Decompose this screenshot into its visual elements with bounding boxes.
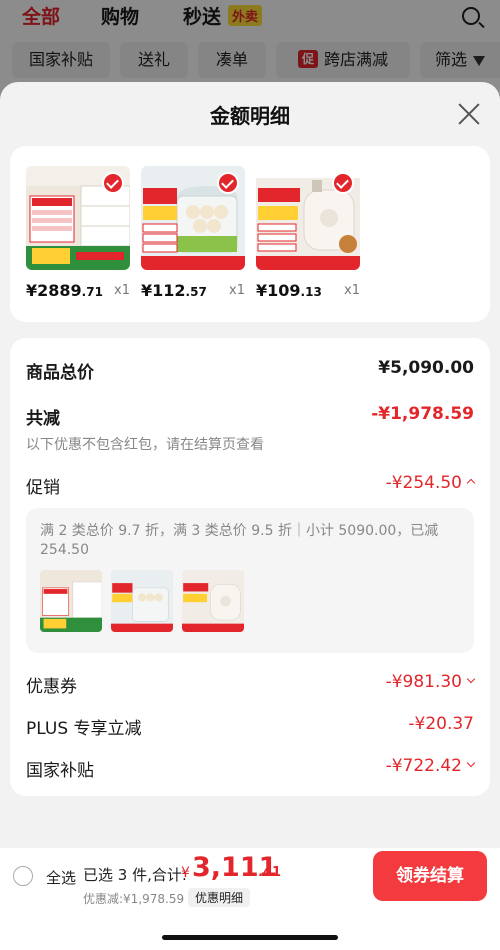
total-decimal: .41 bbox=[258, 865, 282, 880]
total-label: 商品总价 bbox=[26, 363, 94, 383]
product-item[interactable]: ¥109.13 x1 bbox=[256, 166, 361, 300]
product-qty: x1 bbox=[229, 283, 245, 298]
chevron-down-icon bbox=[466, 758, 476, 768]
promo-detail-box: 满 2 类总价 9.7 折，满 3 类总价 9.5 折｜小计 5090.00，已… bbox=[26, 508, 474, 653]
product-price: ¥109.13 bbox=[256, 281, 322, 300]
total-row: 商品总价 ¥5,090.00 bbox=[26, 358, 474, 384]
plus-row: PLUS 专享立减 -¥20.37 bbox=[26, 714, 474, 740]
total-currency: ¥ bbox=[181, 865, 190, 881]
subsidy-row[interactable]: 国家补贴 -¥722.42 bbox=[26, 756, 476, 782]
reduce-value: -¥1,978.59 bbox=[371, 404, 474, 424]
selected-count-text: 已选 3 件,合计: bbox=[83, 866, 187, 884]
coupon-value: -¥981.30 bbox=[386, 672, 476, 692]
promo-label: 促销 bbox=[26, 478, 60, 498]
discount-summary: 优惠减:¥1,978.59 bbox=[83, 892, 185, 906]
cabinet-product-icon bbox=[26, 166, 130, 270]
promo-row[interactable]: 促销 -¥254.50 bbox=[26, 473, 476, 499]
selected-check-icon[interactable] bbox=[332, 172, 354, 194]
selected-check-icon[interactable] bbox=[102, 172, 124, 194]
product-list: ¥2889.71 x1 ¥112.57 x1 ¥109.13 x1 bbox=[10, 146, 490, 322]
selected-check-icon[interactable] bbox=[217, 172, 239, 194]
rice-cooker-product-icon bbox=[182, 570, 244, 632]
steamer-product-icon bbox=[141, 166, 245, 270]
product-price: ¥112.57 bbox=[141, 281, 207, 300]
amount-detail-sheet: 金额明细 ¥2889.71 x1 ¥112.57 x1 ¥109.13 x1 商… bbox=[0, 82, 500, 950]
close-icon[interactable] bbox=[458, 103, 480, 125]
checkout-button[interactable]: 领券结算 bbox=[373, 851, 487, 901]
product-item[interactable]: ¥112.57 x1 bbox=[141, 166, 246, 300]
plus-value: -¥20.37 bbox=[408, 714, 474, 734]
reduce-label: 共减 bbox=[26, 409, 60, 429]
sheet-title: 金额明细 bbox=[210, 104, 290, 128]
subsidy-value: -¥722.42 bbox=[386, 756, 476, 776]
product-qty: x1 bbox=[114, 283, 130, 298]
cabinet-product-icon bbox=[40, 570, 102, 632]
steamer-product-icon bbox=[111, 570, 173, 632]
home-indicator bbox=[162, 935, 338, 940]
chevron-down-icon bbox=[466, 674, 476, 684]
total-value: ¥5,090.00 bbox=[378, 358, 474, 378]
select-all-radio[interactable] bbox=[13, 866, 33, 886]
price-breakdown: 商品总价 ¥5,090.00 共减 -¥1,978.59 以下优惠不包含红包，请… bbox=[10, 338, 490, 796]
reduce-row: 共减 -¥1,978.59 bbox=[26, 404, 474, 430]
discount-detail-button[interactable]: 优惠明细 bbox=[188, 888, 251, 907]
promo-value: -¥254.50 bbox=[386, 473, 476, 493]
coupon-label: 优惠券 bbox=[26, 677, 77, 697]
rice-cooker-product-icon bbox=[256, 166, 360, 270]
product-item[interactable]: ¥2889.71 x1 bbox=[26, 166, 131, 300]
checkout-bar: 全选 已选 3 件,合计: ¥ 3,111 .41 优惠减:¥1,978.59 … bbox=[0, 848, 500, 950]
coupon-row[interactable]: 优惠券 -¥981.30 bbox=[26, 672, 476, 698]
discount-note: 以下优惠不包含红包，请在结算页查看 bbox=[26, 437, 264, 453]
product-qty: x1 bbox=[344, 283, 360, 298]
promo-detail-text: 满 2 类总价 9.7 折，满 3 类总价 9.5 折｜小计 5090.00，已… bbox=[40, 523, 439, 558]
subsidy-label: 国家补贴 bbox=[26, 761, 94, 781]
select-all-label[interactable]: 全选 bbox=[46, 867, 76, 888]
plus-label: PLUS 专享立减 bbox=[26, 719, 142, 739]
chevron-up-icon bbox=[466, 478, 476, 488]
product-price: ¥2889.71 bbox=[26, 281, 103, 300]
